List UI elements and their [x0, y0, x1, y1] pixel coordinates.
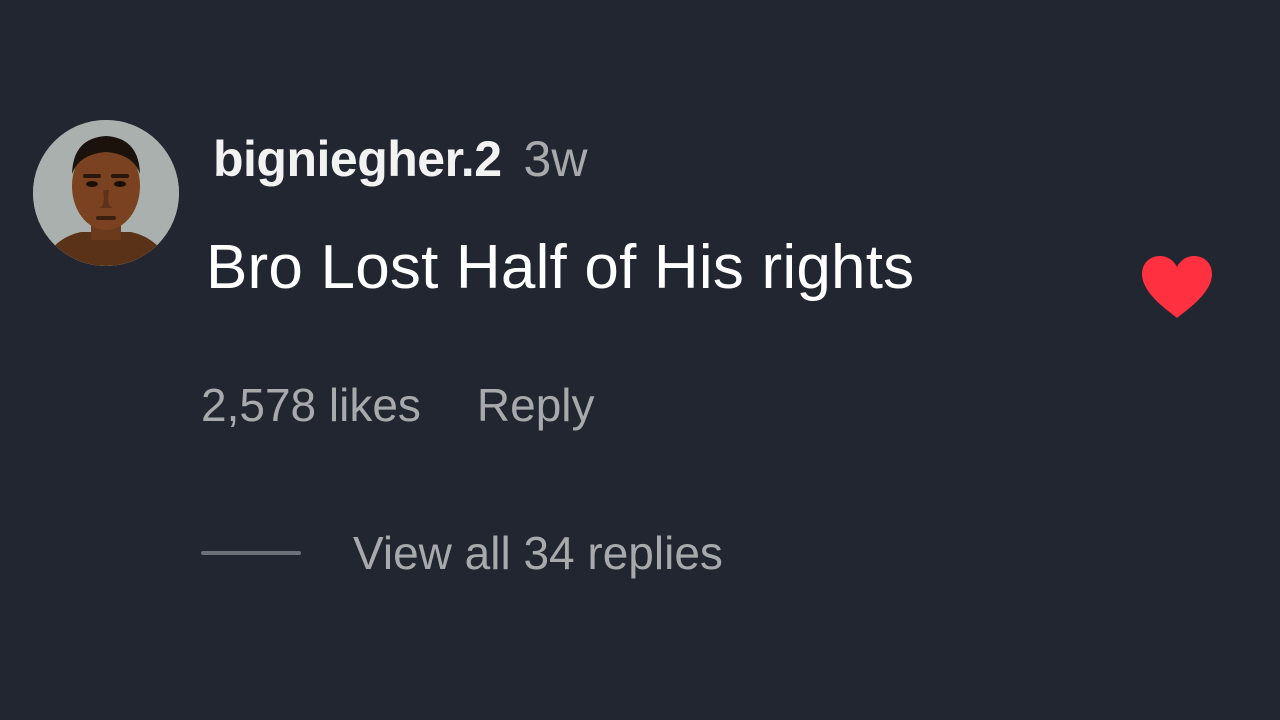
- likes-count[interactable]: 2,578 likes: [201, 378, 421, 432]
- avatar[interactable]: [33, 120, 179, 266]
- heart-icon: [1142, 256, 1212, 318]
- comment-screen: bigniegher.2 3w Bro Lost Half of His rig…: [0, 0, 1280, 720]
- comment-header: bigniegher.2 3w: [213, 130, 587, 200]
- like-button[interactable]: [1140, 254, 1214, 320]
- comment-actions: 2,578 likes Reply: [201, 378, 595, 432]
- timestamp: 3w: [523, 131, 588, 187]
- username[interactable]: bigniegher.2: [213, 130, 502, 188]
- comment-text: Bro Lost Half of His rights: [206, 233, 915, 302]
- view-replies-button[interactable]: View all 34 replies: [201, 526, 723, 580]
- avatar-portrait: [33, 120, 179, 266]
- view-replies-label: View all 34 replies: [353, 527, 723, 579]
- replies-divider: [201, 551, 301, 555]
- reply-button[interactable]: Reply: [477, 378, 595, 432]
